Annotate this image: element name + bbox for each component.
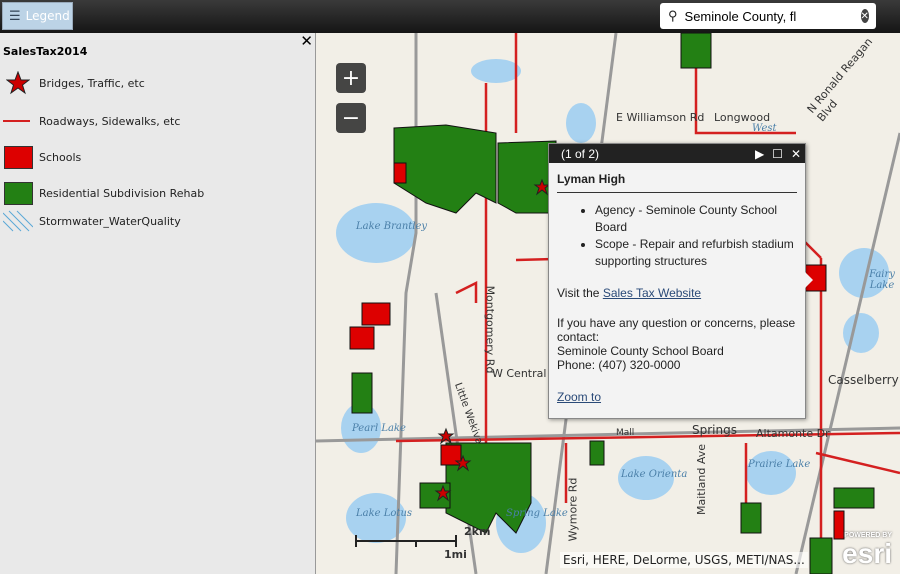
esri-logo: POWERED BY esri (842, 532, 892, 569)
road-label: Maitland Ave (695, 443, 709, 516)
legend-item-stormwater: Stormwater_WaterQuality (3, 209, 181, 233)
info-popup: (1 of 2) ▶ ☐ ✕ Lyman High Agency - Semin… (548, 143, 813, 419)
road-label: Casselberry (828, 373, 899, 387)
legend-item-roadways: Roadways, Sidewalks, etc (3, 109, 180, 133)
legend-layer-title: SalesTax2014 (3, 45, 88, 58)
popup-counter: (1 of 2) (561, 146, 600, 161)
popup-pointer (805, 272, 813, 288)
popup-visit: Visit the Sales Tax Website (557, 286, 702, 300)
popup-title: Lyman High (557, 172, 797, 193)
legend-panel: ✕ SalesTax2014 Bridges, Traffic, etc Roa… (0, 32, 316, 574)
map-label: Prairie Lake (748, 459, 811, 470)
map-label: Lake Brantley (356, 221, 428, 232)
fill-swatch-icon (3, 181, 33, 205)
map-label: Fairy Lake (869, 269, 895, 291)
road-label: Montgomery Rd (483, 285, 497, 374)
legend-close-button[interactable]: ✕ (300, 32, 313, 50)
popup-bullet: Scope - Repair and refurbish stadium sup… (595, 236, 797, 270)
scale-km: 2km (464, 525, 491, 538)
popup-contact: If you have any question or concerns, pl… (557, 316, 796, 372)
map-label: Lake Lotus (356, 508, 413, 519)
popup-bullet: Agency - Seminole County School Board (595, 202, 797, 236)
road-label: Mall (616, 428, 635, 438)
attribution: Esri, HERE, DeLorme, USGS, METI/NAS... (560, 552, 808, 568)
map-label: Lake Orienta (621, 469, 688, 480)
road-label: Longwood (714, 111, 771, 124)
legend-button[interactable]: ☰ Legend (2, 2, 73, 30)
sales-tax-website-link[interactable]: Sales Tax Website (603, 286, 701, 300)
next-icon[interactable]: ▶ (755, 147, 764, 161)
map-label: Spring Lake (506, 508, 568, 519)
line-icon (3, 109, 33, 133)
legend-item-residential: Residential Subdivision Rehab (3, 181, 204, 205)
star-icon (3, 71, 33, 95)
map-label: Pearl Lake (352, 423, 406, 434)
top-toolbar: ☰ Legend ⚲ ✕ (0, 0, 900, 33)
road-label: W Central (492, 367, 547, 380)
search-input[interactable] (684, 8, 861, 24)
search-icon[interactable]: ⚲ (668, 8, 678, 24)
search-box: ⚲ ✕ (660, 3, 876, 29)
road-label: Altamonte Dr (756, 427, 830, 440)
maximize-icon[interactable]: ☐ (772, 147, 783, 161)
popup-header: (1 of 2) ▶ ☐ ✕ (549, 144, 805, 163)
close-icon[interactable]: ✕ (860, 9, 869, 23)
popup-details: Agency - Seminole County School Board Sc… (595, 202, 797, 270)
map-label: West (752, 123, 777, 134)
legend-icon: ☰ (9, 8, 21, 24)
zoom-to-link[interactable]: Zoom to (557, 390, 601, 404)
zoom-out-button[interactable]: − (336, 103, 366, 133)
road-label: Wymore Rd (566, 477, 580, 542)
legend-item-bridges: Bridges, Traffic, etc (3, 71, 145, 95)
road-label: E Williamson Rd (616, 111, 705, 124)
road-label: Springs (692, 423, 737, 437)
hatch-icon (3, 209, 33, 233)
map-view[interactable]: Lake Brantley Pearl Lake Lake Lotus Spri… (316, 33, 900, 574)
legend-item-schools: Schools (3, 145, 81, 169)
scale-mi: 1mi (444, 548, 467, 561)
zoom-in-button[interactable]: + (336, 63, 366, 93)
fill-swatch-icon (3, 145, 33, 169)
close-icon[interactable]: ✕ (791, 147, 801, 161)
